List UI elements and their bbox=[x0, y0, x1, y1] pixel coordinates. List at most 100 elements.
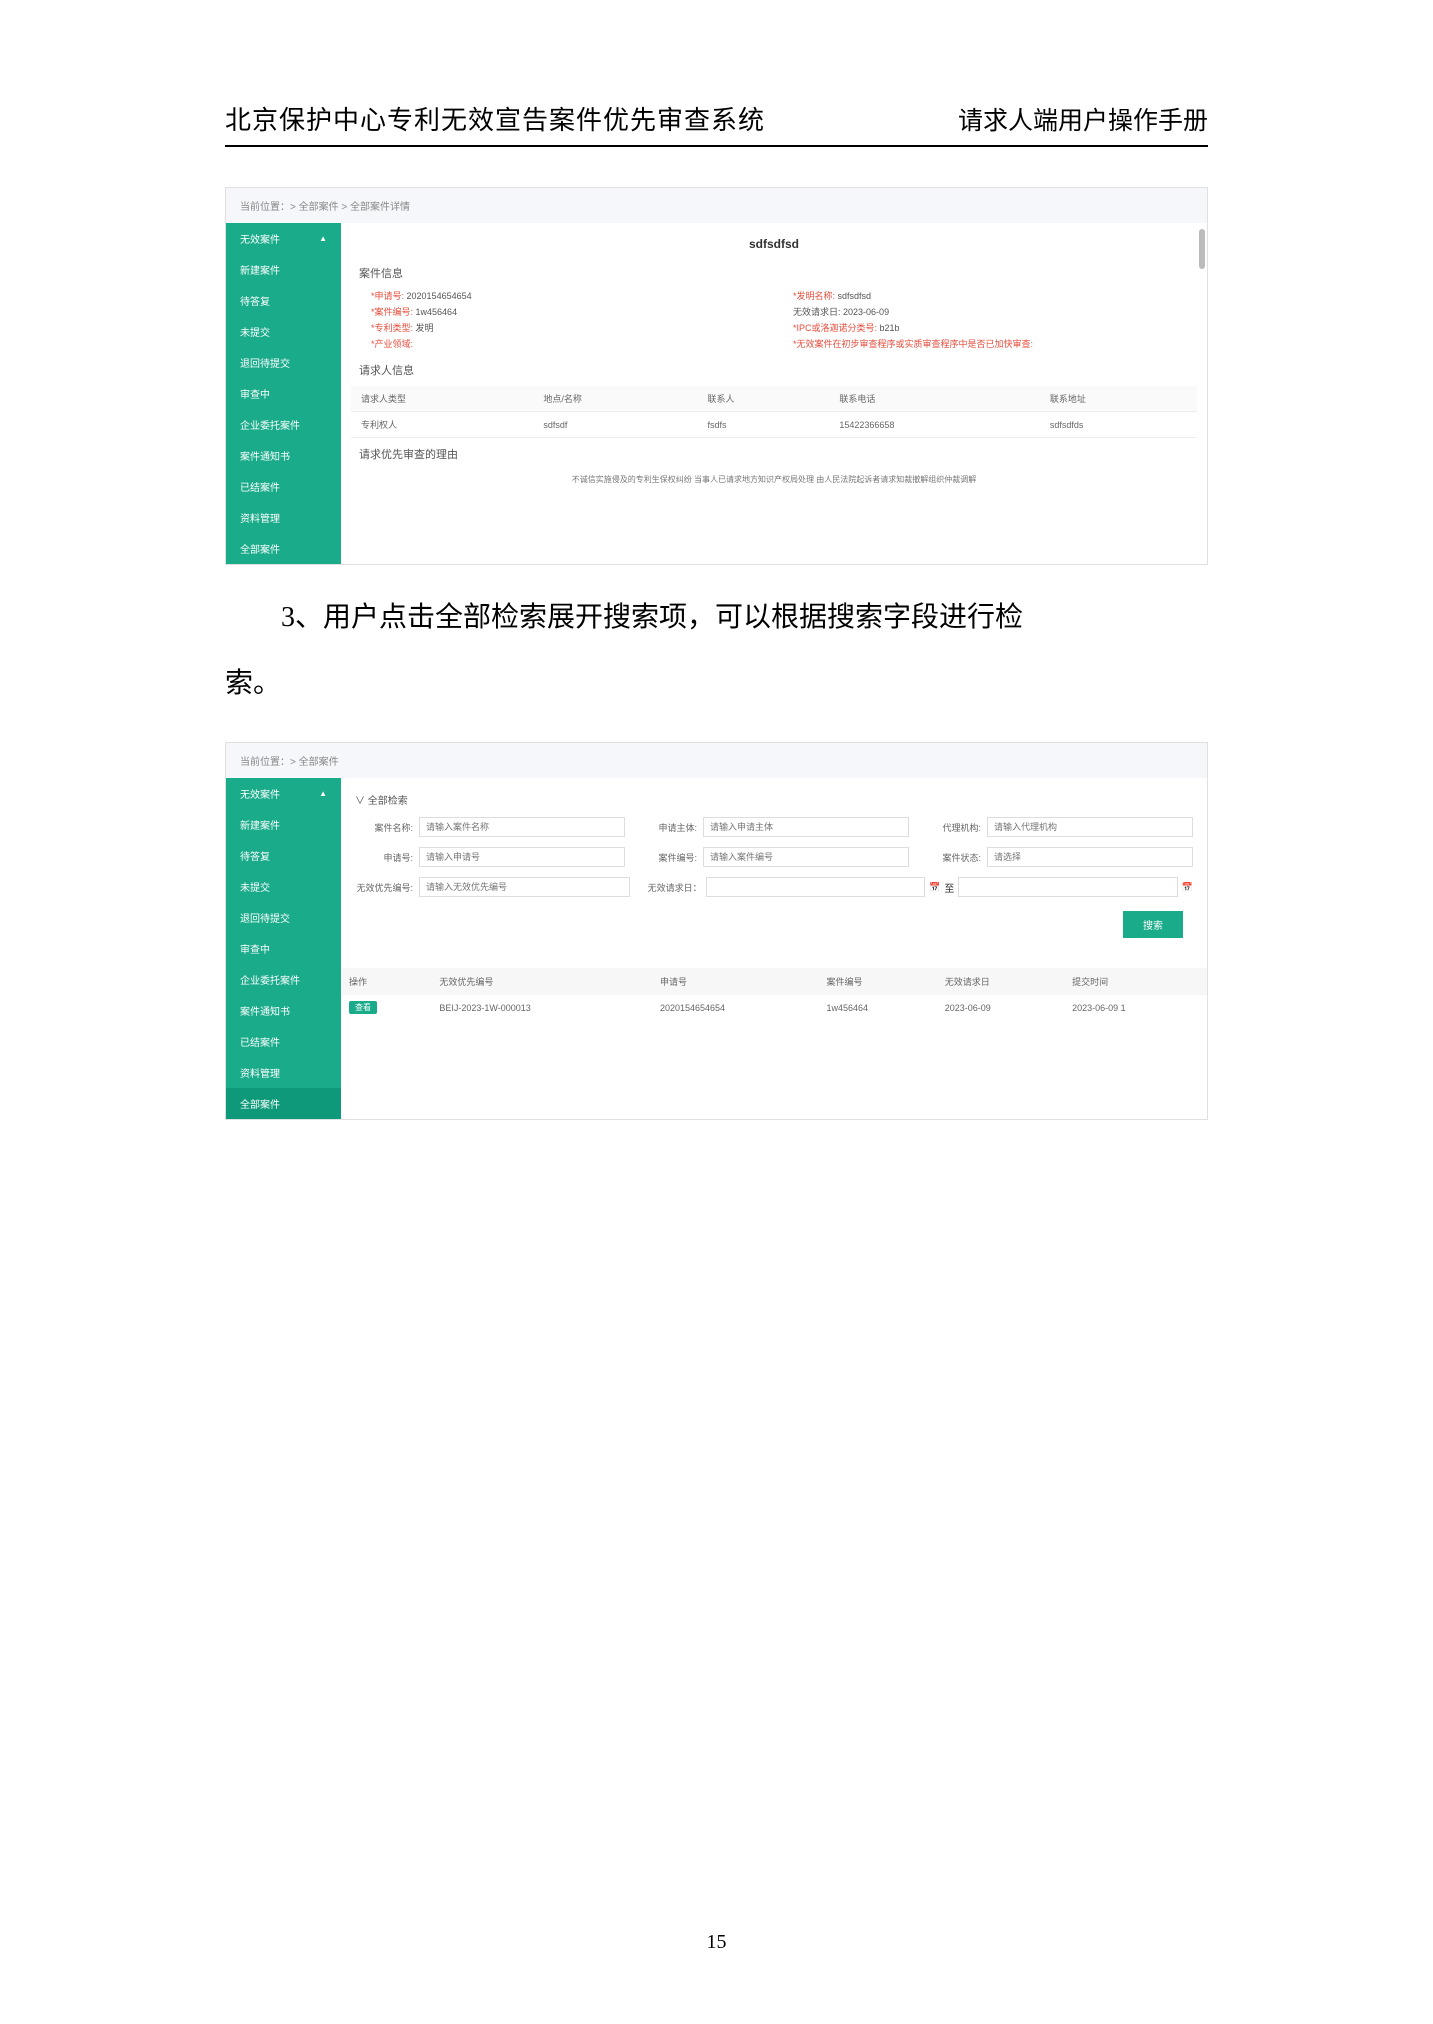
case-no-value: 1w456464 bbox=[416, 307, 458, 317]
applicant-label: 申请主体: bbox=[639, 821, 697, 834]
req-date-to-input[interactable] bbox=[958, 877, 1177, 897]
breadcrumb: 当前位置：> 全部案件 > 全部案件详情 bbox=[226, 188, 1207, 223]
th-req-phone: 联系电话 bbox=[829, 386, 1040, 412]
search-button[interactable]: 搜索 bbox=[1123, 911, 1183, 938]
td-case: 1w456464 bbox=[818, 995, 936, 1020]
sidebar-item-closed[interactable]: 已结案件 bbox=[226, 471, 341, 502]
priority-no-input[interactable] bbox=[419, 877, 630, 897]
scrollbar[interactable] bbox=[1199, 229, 1205, 269]
app-no-search-label: 申请号: bbox=[355, 851, 413, 864]
sidebar-item-pending-reply-2[interactable]: 待答复 bbox=[226, 840, 341, 871]
td-req-type: 专利权人 bbox=[351, 412, 533, 438]
th-op: 操作 bbox=[341, 968, 431, 995]
patent-type-label: *专利类型: bbox=[371, 323, 413, 333]
sidebar-item-notice[interactable]: 案件通知书 bbox=[226, 440, 341, 471]
body-paragraph-line2: 索。 bbox=[225, 656, 1208, 712]
sidebar-top-invalid-cases[interactable]: 无效案件 ▲ bbox=[226, 223, 341, 254]
req-date-from-input[interactable] bbox=[706, 877, 925, 897]
sidebar-item-materials-2[interactable]: 资料管理 bbox=[226, 1057, 341, 1088]
sidebar-item-all-cases[interactable]: 全部案件 bbox=[226, 533, 341, 564]
td-app: 2020154654654 bbox=[652, 995, 819, 1020]
inv-name-label: *发明名称: bbox=[793, 291, 835, 301]
reason-text: 不诚信实施侵及的专利生保权纠纷 当事人已请求地方知识产权局处理 由人民法院起诉者… bbox=[341, 468, 1207, 493]
sidebar-item-materials[interactable]: 资料管理 bbox=[226, 502, 341, 533]
requester-table: 请求人类型 地点/名称 联系人 联系电话 联系地址 专利权人 sdfsdf fs… bbox=[351, 386, 1197, 438]
section-requester: 请求人信息 bbox=[341, 356, 1207, 384]
sidebar-item-all-cases-2[interactable]: 全部案件 bbox=[226, 1088, 341, 1119]
sidebar-2: 无效案件 ▲ 新建案件 待答复 未提交 退回待提交 审查中 企业委托案件 案件通… bbox=[226, 778, 341, 1119]
sidebar-item-notice-2[interactable]: 案件通知书 bbox=[226, 995, 341, 1026]
sidebar-item-review[interactable]: 审查中 bbox=[226, 378, 341, 409]
priority-no-label: 无效优先编号: bbox=[355, 881, 413, 894]
th-req-contact: 联系人 bbox=[697, 386, 829, 412]
body-paragraph-line1: 3、用户点击全部检索展开搜索项，可以根据搜索字段进行检 bbox=[225, 590, 1208, 646]
sidebar-top-invalid-cases-2[interactable]: 无效案件 ▲ bbox=[226, 778, 341, 809]
sidebar-item-pending-reply[interactable]: 待答复 bbox=[226, 285, 341, 316]
case-name-label: 案件名称: bbox=[355, 821, 413, 834]
sidebar-item-enterprise[interactable]: 企业委托案件 bbox=[226, 409, 341, 440]
sidebar-item-closed-2[interactable]: 已结案件 bbox=[226, 1026, 341, 1057]
calendar-icon-2: 📅 bbox=[1182, 882, 1193, 893]
patent-type-value: 发明 bbox=[416, 323, 434, 333]
ipc-label: *IPC或洛迦诺分类号: bbox=[793, 323, 877, 333]
case-no-search-label: 案件编号: bbox=[639, 851, 697, 864]
caret-up-icon: ▲ bbox=[319, 234, 327, 243]
table-row: 查看 BEIJ-2023-1W-000013 2020154654654 1w4… bbox=[341, 995, 1207, 1020]
sidebar-item-unsubmitted[interactable]: 未提交 bbox=[226, 316, 341, 347]
sidebar-top-label-2: 无效案件 bbox=[240, 786, 280, 801]
th-app: 申请号 bbox=[652, 968, 819, 995]
app-no-input[interactable] bbox=[419, 847, 625, 867]
status-select[interactable] bbox=[987, 847, 1193, 867]
sidebar-item-returned[interactable]: 退回待提交 bbox=[226, 347, 341, 378]
sidebar-top-label: 无效案件 bbox=[240, 231, 280, 246]
search-panel: ∨ 全部检索 案件名称: 申请主体: 代理机构: bbox=[341, 778, 1207, 958]
ipc-value: b21b bbox=[880, 323, 900, 333]
td-submit: 2023-06-09 1 bbox=[1064, 995, 1207, 1020]
section-reason: 请求优先审查的理由 bbox=[341, 440, 1207, 468]
td-req-name: sdfsdf bbox=[533, 412, 697, 438]
detail-main-pane: sdfsdfsd 案件信息 *申请号: 2020154654654 *发明名称:… bbox=[341, 223, 1207, 564]
td-priority: BEIJ-2023-1W-000013 bbox=[431, 995, 652, 1020]
sidebar-item-enterprise-2[interactable]: 企业委托案件 bbox=[226, 964, 341, 995]
req-date-label: 无效请求日: bbox=[793, 307, 841, 317]
agency-label: 代理机构: bbox=[923, 821, 981, 834]
th-req-addr: 联系地址 bbox=[1040, 386, 1197, 412]
case-name-input[interactable] bbox=[419, 817, 625, 837]
td-req-phone: 15422366658 bbox=[829, 412, 1040, 438]
th-priority: 无效优先编号 bbox=[431, 968, 652, 995]
th-case: 案件编号 bbox=[818, 968, 936, 995]
view-button[interactable]: 查看 bbox=[349, 1001, 377, 1014]
applicant-input[interactable] bbox=[703, 817, 909, 837]
app-no-label: *申请号: bbox=[371, 291, 404, 301]
sidebar-item-unsubmitted-2[interactable]: 未提交 bbox=[226, 871, 341, 902]
section-case-info: 案件信息 bbox=[341, 259, 1207, 287]
sidebar-item-new-case[interactable]: 新建案件 bbox=[226, 254, 341, 285]
sidebar-item-new-case-2[interactable]: 新建案件 bbox=[226, 809, 341, 840]
calendar-icon: 📅 bbox=[929, 882, 940, 893]
results-table: 操作 无效优先编号 申请号 案件编号 无效请求日 提交时间 查看 BEIJ-20… bbox=[341, 968, 1207, 1020]
status-label: 案件状态: bbox=[923, 851, 981, 864]
th-reqdate: 无效请求日 bbox=[937, 968, 1064, 995]
inv-name-value: sdfsdfsd bbox=[838, 291, 872, 301]
td-reqdate: 2023-06-09 bbox=[937, 995, 1064, 1020]
date-sep: 至 bbox=[944, 880, 954, 895]
sidebar-item-returned-2[interactable]: 退回待提交 bbox=[226, 902, 341, 933]
page-number: 15 bbox=[0, 1931, 1433, 1954]
case-title: sdfsdfsd bbox=[341, 223, 1207, 259]
sidebar-item-review-2[interactable]: 审查中 bbox=[226, 933, 341, 964]
search-toggle[interactable]: ∨ 全部检索 bbox=[355, 788, 1193, 817]
sidebar: 无效案件 ▲ 新建案件 待答复 未提交 退回待提交 审查中 企业委托案件 案件通… bbox=[226, 223, 341, 564]
td-req-addr: sdfsdfds bbox=[1040, 412, 1197, 438]
req-date-value: 2023-06-09 bbox=[843, 307, 889, 317]
app-no-value: 2020154654654 bbox=[407, 291, 472, 301]
th-req-name: 地点/名称 bbox=[533, 386, 697, 412]
fastcheck-label: *无效案件在初步审查程序或实质审查程序中是否已加快审查: bbox=[793, 339, 1033, 349]
table-row: 专利权人 sdfsdf fsdfs 15422366658 sdfsdfds bbox=[351, 412, 1197, 438]
case-no-input[interactable] bbox=[703, 847, 909, 867]
screenshot-search: 当前位置：> 全部案件 无效案件 ▲ 新建案件 待答复 未提交 退回待提交 审查… bbox=[225, 742, 1208, 1120]
search-main-pane: ∨ 全部检索 案件名称: 申请主体: 代理机构: bbox=[341, 778, 1207, 1119]
industry-label: *产业领域: bbox=[371, 339, 413, 349]
breadcrumb-2: 当前位置：> 全部案件 bbox=[226, 743, 1207, 778]
caret-up-icon-2: ▲ bbox=[319, 789, 327, 798]
agency-input[interactable] bbox=[987, 817, 1193, 837]
